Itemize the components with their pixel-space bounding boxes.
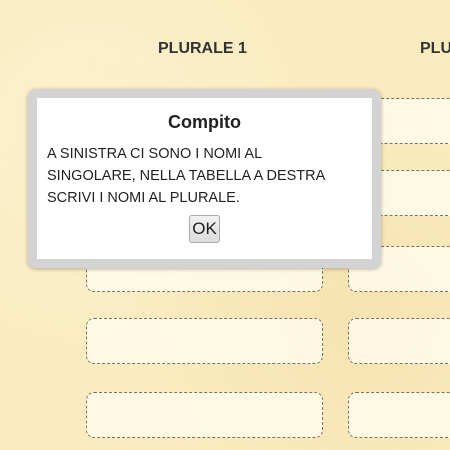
- task-dialog-body: Compito A SINISTRA CI SONO I NOMI AL SIN…: [37, 98, 372, 259]
- answer-cell[interactable]: [86, 392, 323, 438]
- answer-cell[interactable]: [348, 392, 450, 438]
- answer-cell[interactable]: [348, 318, 450, 364]
- column-header-plurale-2: PLU: [420, 40, 450, 57]
- dialog-title: Compito: [168, 112, 241, 132]
- ok-button[interactable]: OK: [189, 215, 220, 243]
- task-dialog: Compito A SINISTRA CI SONO I NOMI AL SIN…: [28, 89, 381, 268]
- dialog-message: A SINISTRA CI SONO I NOMI AL SINGOLARE, …: [47, 146, 326, 206]
- answer-cell[interactable]: [86, 318, 323, 364]
- column-header-plurale-1: PLURALE 1: [158, 40, 247, 57]
